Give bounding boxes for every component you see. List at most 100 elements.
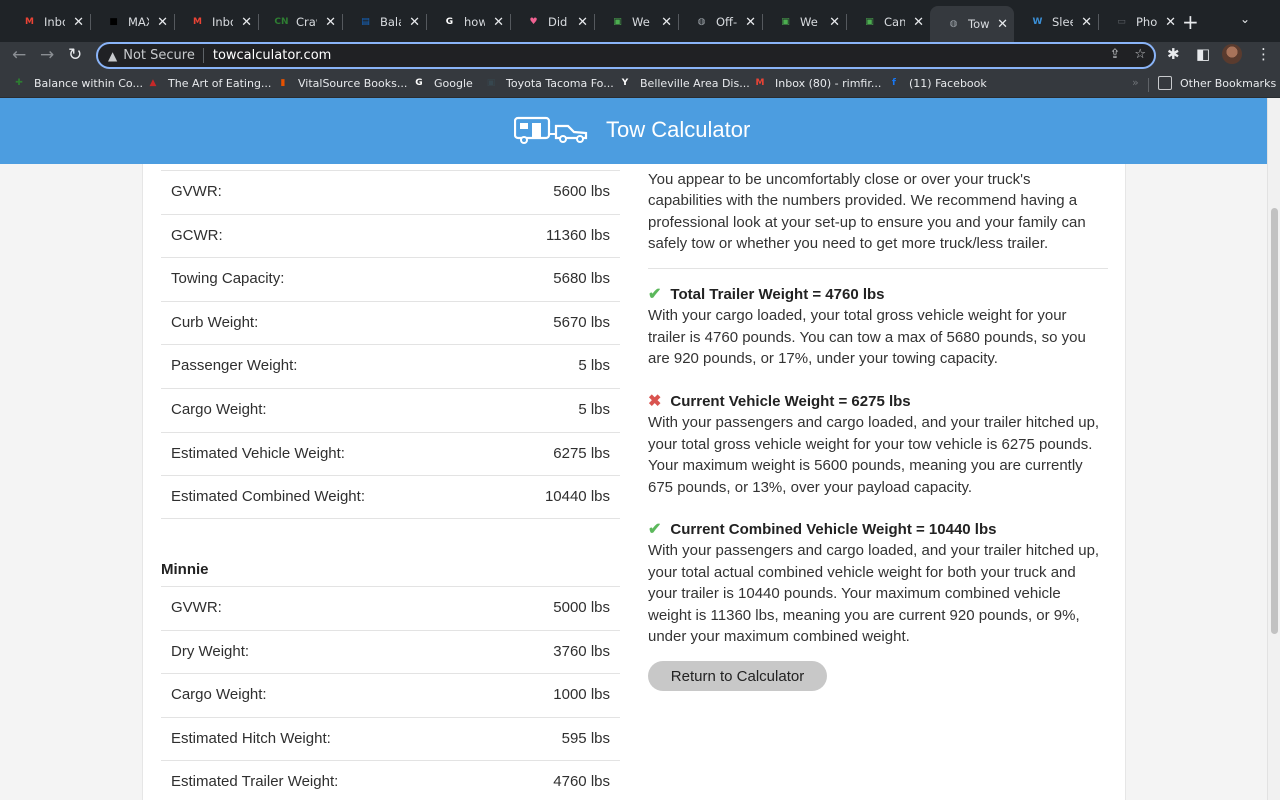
tab-divider <box>762 14 763 30</box>
tab-title: MAX <box>128 15 149 29</box>
browser-tab[interactable]: W Sleep ✕ <box>1014 8 1098 36</box>
google-icon: G <box>445 17 454 27</box>
site-title[interactable]: Tow Calculator <box>606 117 750 143</box>
profile-avatar[interactable] <box>1222 44 1242 64</box>
row-label: Estimated Hitch Weight: <box>171 729 331 747</box>
address-bar[interactable]: ▲ Not Secure towcalculator.com ⇪ ☆ <box>96 42 1156 69</box>
table-row: Passenger Weight: 5 lbs <box>161 344 620 388</box>
close-icon[interactable]: ✕ <box>1165 15 1176 30</box>
close-icon[interactable]: ✕ <box>1081 15 1092 30</box>
row-value: 1000 lbs <box>553 686 610 704</box>
bookmark-favicon-icon: ✚ <box>15 78 23 88</box>
browser-tab[interactable]: CN Craw ✕ <box>258 8 342 36</box>
bookmarks-divider <box>1148 78 1149 92</box>
bookmark-favicon-icon: ▮ <box>280 78 286 88</box>
tab-search-chevron-icon[interactable]: ⌄ <box>1240 12 1250 26</box>
bookmark-item[interactable]: ▣ Toyota Tacoma Fo... <box>484 76 614 90</box>
browser-tab[interactable]: ♥ Did y ✕ <box>510 8 594 36</box>
bookmark-item[interactable]: ▲ The Art of Eating... <box>146 76 272 90</box>
tab-title: Off-R <box>716 15 738 29</box>
row-value: 4760 lbs <box>553 773 610 791</box>
bookmark-item[interactable]: f (11) Facebook <box>887 76 987 90</box>
row-value: 5 lbs <box>578 400 610 418</box>
globe-icon: ◍ <box>949 19 958 29</box>
close-icon[interactable]: ✕ <box>493 15 504 30</box>
browser-tab[interactable]: ▭ Photo ✕ <box>1098 8 1182 36</box>
url-text[interactable]: towcalculator.com <box>213 48 331 63</box>
security-label[interactable]: Not Secure <box>123 48 204 63</box>
new-tab-button[interactable]: + <box>1182 10 1199 34</box>
result-heading-text: Current Combined Vehicle Weight = 10440 … <box>670 521 997 538</box>
browser-menu-icon[interactable]: ⋮ <box>1256 45 1271 63</box>
browser-tab[interactable]: ■ MAX ✕ <box>90 8 174 36</box>
bookmark-label: Balance within Co... <box>34 76 143 90</box>
tab-title: Can a <box>884 15 906 29</box>
image-icon: ▣ <box>613 17 622 27</box>
table-row: GVWR: 5600 lbs <box>161 170 620 214</box>
close-icon[interactable]: ✕ <box>661 15 672 30</box>
close-icon[interactable]: ✕ <box>577 15 588 30</box>
bookmarks-overflow-icon[interactable]: » <box>1132 76 1139 89</box>
close-icon[interactable]: ✕ <box>745 15 756 30</box>
close-icon[interactable]: ✕ <box>325 15 336 30</box>
bookmark-star-icon[interactable]: ☆ <box>1134 47 1146 62</box>
forward-arrow-icon[interactable]: → <box>40 45 54 65</box>
trailer-section-title: Minnie <box>161 561 209 578</box>
tab-strip: + ⌄ MInbox✕■MAX✕MInbox✕CNCraw✕▤Balan✕Gho… <box>0 0 1280 42</box>
bookmark-label: Inbox (80) - rimfir... <box>775 76 882 90</box>
close-icon[interactable]: ✕ <box>829 15 840 30</box>
close-icon[interactable]: ✕ <box>73 15 84 30</box>
table-row: Dry Weight: 3760 lbs <box>161 629 620 674</box>
row-label: Estimated Trailer Weight: <box>171 773 339 791</box>
browser-tab[interactable]: ▣ We ju ✕ <box>594 8 678 36</box>
browser-tab[interactable]: ◍ Off-R ✕ <box>678 8 762 36</box>
browser-tab[interactable]: ◍ TowC ✕ <box>930 6 1014 42</box>
scrollbar-thumb[interactable] <box>1271 208 1278 634</box>
gmail-icon: M <box>25 17 34 27</box>
bookmark-item[interactable]: G Google <box>412 76 473 90</box>
table-row: Estimated Vehicle Weight: 6275 lbs <box>161 431 620 476</box>
browser-tab[interactable]: ▤ Balan ✕ <box>342 8 426 36</box>
row-value: 3760 lbs <box>553 642 610 660</box>
bookmarks-bar: » Other Bookmarks ✚ Balance within Co... ▲… <box>0 72 1280 98</box>
row-value: 595 lbs <box>561 729 610 747</box>
close-icon[interactable]: ✕ <box>157 15 168 30</box>
doc-icon: ▤ <box>361 17 370 27</box>
bookmark-label: Toyota Tacoma Fo... <box>506 76 614 90</box>
side-panel-icon[interactable]: ◧ <box>1196 45 1210 63</box>
bookmark-item[interactable]: ▮ VitalSource Books... <box>276 76 408 90</box>
bookmark-item[interactable]: Y Belleville Area Dis... <box>618 76 750 90</box>
close-icon[interactable]: ✕ <box>409 15 420 30</box>
tab-title: Balan <box>380 15 401 29</box>
image-icon: ▣ <box>865 17 874 27</box>
close-icon[interactable]: ✕ <box>997 17 1008 32</box>
extensions-puzzle-icon[interactable]: ✱ <box>1167 45 1180 63</box>
browser-tab[interactable]: ▣ We ju ✕ <box>762 8 846 36</box>
trailer-weight-table: GVWR: 5000 lbs Dry Weight: 3760 lbs Cargo We… <box>161 586 620 800</box>
close-icon[interactable]: ✕ <box>241 15 252 30</box>
result-body: With your passengers and cargo loaded, a… <box>648 414 1100 496</box>
summary-intro: You appear to be uncomfortably close or … <box>648 171 1086 253</box>
page-scrollbar[interactable] <box>1267 98 1280 800</box>
browser-tab[interactable]: M Inbox ✕ <box>174 8 258 36</box>
close-icon[interactable]: ✕ <box>913 15 924 30</box>
other-bookmarks-label: Other Bookmarks <box>1180 76 1277 90</box>
bookmark-favicon-icon: G <box>415 78 423 88</box>
other-bookmarks-folder[interactable]: Other Bookmarks <box>1158 76 1276 90</box>
result-block: ✖ Current Vehicle Weight = 6275 lbs With y… <box>648 391 1108 498</box>
content-panel: GVWR: 5600 lbs GCWR: 11360 lbs Towing Capaci… <box>142 98 1126 800</box>
browser-tab[interactable]: Ghow t ✕ <box>426 8 510 36</box>
folder-icon <box>1158 76 1172 90</box>
tab-title: Did y <box>548 15 569 29</box>
share-icon[interactable]: ⇪ <box>1109 47 1120 62</box>
bookmark-item[interactable]: ✚ Balance within Co... <box>12 76 143 90</box>
bookmark-item[interactable]: M Inbox (80) - rimfir... <box>753 76 882 90</box>
browser-tab[interactable]: M Inbox ✕ <box>6 8 90 36</box>
back-arrow-icon[interactable]: ← <box>12 45 26 65</box>
return-to-calculator-button[interactable]: Return to Calculator <box>648 661 827 691</box>
tab-title: Inbox <box>212 15 233 29</box>
reload-icon[interactable]: ↻ <box>68 45 82 65</box>
row-label: Cargo Weight: <box>171 686 267 704</box>
page-viewport: GVWR: 5600 lbs GCWR: 11360 lbs Towing Capaci… <box>0 98 1280 800</box>
browser-tab[interactable]: ▣ Can a ✕ <box>846 8 930 36</box>
